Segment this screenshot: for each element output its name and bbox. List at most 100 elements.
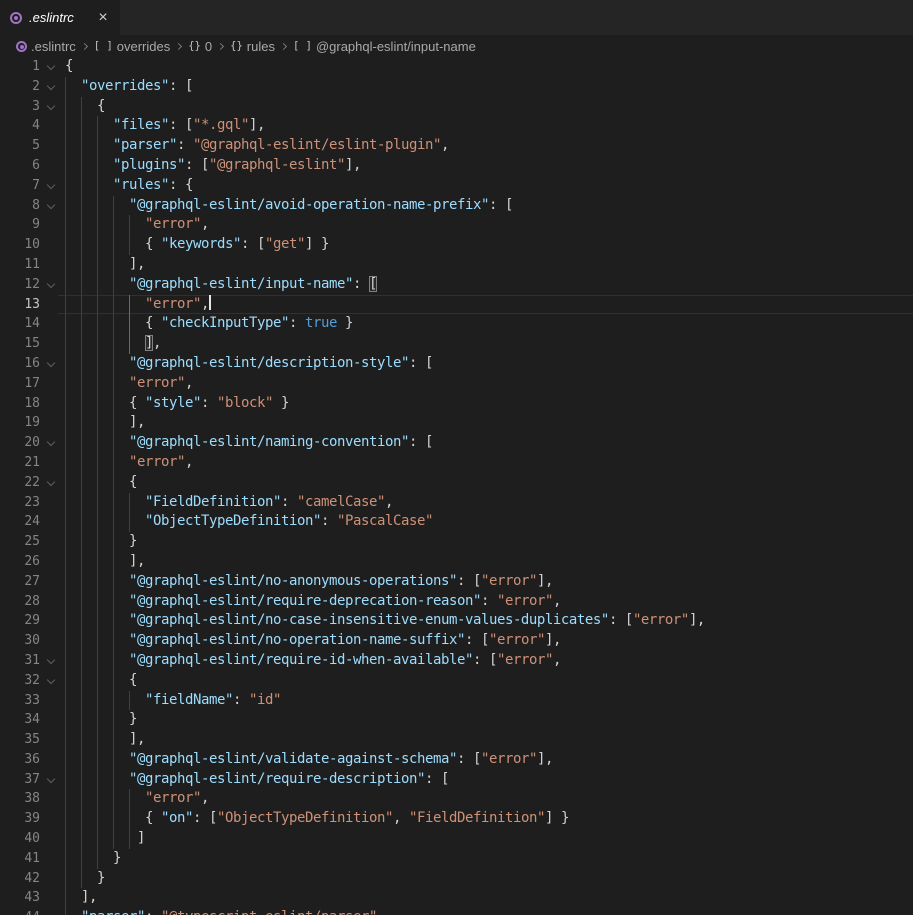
code-line-41[interactable]: 41 } (0, 849, 913, 869)
line-number[interactable]: 19 (0, 413, 40, 433)
fold-chevron-icon[interactable] (40, 651, 65, 671)
line-number[interactable]: 20 (0, 433, 40, 453)
fold-chevron-icon[interactable] (40, 770, 65, 790)
fold-chevron-icon[interactable] (40, 176, 65, 196)
breadcrumb-item--eslintrc[interactable]: .eslintrc (16, 39, 76, 54)
line-number[interactable]: 23 (0, 493, 40, 513)
code-line-37[interactable]: 37 "@graphql-eslint/require-description"… (0, 770, 913, 790)
breadcrumb-item-overrides[interactable]: [ ]overrides (94, 39, 170, 54)
code-line-19[interactable]: 19 ], (0, 413, 913, 433)
fold-chevron-icon[interactable] (40, 97, 65, 117)
breadcrumb-item-0[interactable]: {}0 (188, 39, 212, 54)
code-line-9[interactable]: 9 "error", (0, 215, 913, 235)
code-line-20[interactable]: 20 "@graphql-eslint/naming-convention": … (0, 433, 913, 453)
code-line-27[interactable]: 27 "@graphql-eslint/no-anonymous-operati… (0, 572, 913, 592)
code-line-5[interactable]: 5 "parser": "@graphql-eslint/eslint-plug… (0, 136, 913, 156)
code-line-6[interactable]: 6 "plugins": ["@graphql-eslint"], (0, 156, 913, 176)
code-line-24[interactable]: 24 "ObjectTypeDefinition": "PascalCase" (0, 512, 913, 532)
code-line-22[interactable]: 22 { (0, 473, 913, 493)
line-number[interactable]: 25 (0, 532, 40, 552)
line-number[interactable]: 38 (0, 789, 40, 809)
code-line-17[interactable]: 17 "error", (0, 374, 913, 394)
line-number[interactable]: 10 (0, 235, 40, 255)
code-line-7[interactable]: 7 "rules": { (0, 176, 913, 196)
line-number[interactable]: 9 (0, 215, 40, 235)
line-number[interactable]: 11 (0, 255, 40, 275)
line-number[interactable]: 8 (0, 196, 40, 216)
code-line-23[interactable]: 23 "FieldDefinition": "camelCase", (0, 493, 913, 513)
code-line-15[interactable]: 15 ], (0, 334, 913, 354)
tab-eslintrc[interactable]: .eslintrc × (0, 0, 120, 35)
line-number[interactable]: 35 (0, 730, 40, 750)
line-number[interactable]: 36 (0, 750, 40, 770)
code-line-13[interactable]: 13 "error", (0, 295, 913, 315)
breadcrumb-item--graphql-eslint-input-name[interactable]: [ ]@graphql-eslint/input-name (293, 39, 476, 54)
fold-chevron-icon[interactable] (40, 671, 65, 691)
line-number[interactable]: 17 (0, 374, 40, 394)
line-number[interactable]: 28 (0, 592, 40, 612)
code-line-16[interactable]: 16 "@graphql-eslint/description-style": … (0, 354, 913, 374)
line-number[interactable]: 26 (0, 552, 40, 572)
breadcrumb-item-rules[interactable]: {}rules (230, 39, 275, 54)
line-number[interactable]: 4 (0, 116, 40, 136)
line-number[interactable]: 43 (0, 888, 40, 908)
line-number[interactable]: 7 (0, 176, 40, 196)
line-number[interactable]: 21 (0, 453, 40, 473)
code-line-12[interactable]: 12 "@graphql-eslint/input-name": [ (0, 275, 913, 295)
line-number[interactable]: 32 (0, 671, 40, 691)
fold-chevron-icon[interactable] (40, 354, 65, 374)
line-number[interactable]: 39 (0, 809, 40, 829)
code-line-31[interactable]: 31 "@graphql-eslint/require-id-when-avai… (0, 651, 913, 671)
code-line-33[interactable]: 33 "fieldName": "id" (0, 691, 913, 711)
code-line-36[interactable]: 36 "@graphql-eslint/validate-against-sch… (0, 750, 913, 770)
code-line-28[interactable]: 28 "@graphql-eslint/require-deprecation-… (0, 592, 913, 612)
code-line-2[interactable]: 2 "overrides": [ (0, 77, 913, 97)
code-line-32[interactable]: 32 { (0, 671, 913, 691)
code-line-30[interactable]: 30 "@graphql-eslint/no-operation-name-su… (0, 631, 913, 651)
code-line-44[interactable]: 44 "parser": "@typescript-eslint/parser" (0, 908, 913, 915)
line-number[interactable]: 16 (0, 354, 40, 374)
code-line-29[interactable]: 29 "@graphql-eslint/no-case-insensitive-… (0, 611, 913, 631)
code-line-3[interactable]: 3 { (0, 97, 913, 117)
code-line-1[interactable]: 1{ (0, 57, 913, 77)
fold-chevron-icon[interactable] (40, 57, 65, 77)
line-number[interactable]: 37 (0, 770, 40, 790)
line-number[interactable]: 24 (0, 512, 40, 532)
code-line-4[interactable]: 4 "files": ["*.gql"], (0, 116, 913, 136)
fold-chevron-icon[interactable] (40, 275, 65, 295)
line-number[interactable]: 12 (0, 275, 40, 295)
line-number[interactable]: 22 (0, 473, 40, 493)
code-line-39[interactable]: 39 { "on": ["ObjectTypeDefinition", "Fie… (0, 809, 913, 829)
code-line-14[interactable]: 14 { "checkInputType": true } (0, 314, 913, 334)
line-number[interactable]: 40 (0, 829, 40, 849)
line-number[interactable]: 41 (0, 849, 40, 869)
code-line-34[interactable]: 34 } (0, 710, 913, 730)
line-number[interactable]: 3 (0, 97, 40, 117)
line-number[interactable]: 6 (0, 156, 40, 176)
line-number[interactable]: 27 (0, 572, 40, 592)
code-line-38[interactable]: 38 "error", (0, 789, 913, 809)
line-number[interactable]: 13 (0, 295, 40, 315)
fold-chevron-icon[interactable] (40, 77, 65, 97)
line-number[interactable]: 14 (0, 314, 40, 334)
line-number[interactable]: 29 (0, 611, 40, 631)
code-line-8[interactable]: 8 "@graphql-eslint/avoid-operation-name-… (0, 196, 913, 216)
code-line-10[interactable]: 10 { "keywords": ["get"] } (0, 235, 913, 255)
code-line-11[interactable]: 11 ], (0, 255, 913, 275)
code-line-43[interactable]: 43 ], (0, 888, 913, 908)
line-number[interactable]: 2 (0, 77, 40, 97)
fold-chevron-icon[interactable] (40, 473, 65, 493)
line-number[interactable]: 42 (0, 869, 40, 889)
line-number[interactable]: 5 (0, 136, 40, 156)
line-number[interactable]: 34 (0, 710, 40, 730)
close-icon[interactable]: × (95, 10, 111, 26)
code-line-21[interactable]: 21 "error", (0, 453, 913, 473)
code-line-40[interactable]: 40 ] (0, 829, 913, 849)
line-number[interactable]: 31 (0, 651, 40, 671)
code-line-42[interactable]: 42 } (0, 869, 913, 889)
code-line-35[interactable]: 35 ], (0, 730, 913, 750)
line-number[interactable]: 15 (0, 334, 40, 354)
line-number[interactable]: 18 (0, 394, 40, 414)
line-number[interactable]: 33 (0, 691, 40, 711)
line-number[interactable]: 44 (0, 908, 40, 915)
